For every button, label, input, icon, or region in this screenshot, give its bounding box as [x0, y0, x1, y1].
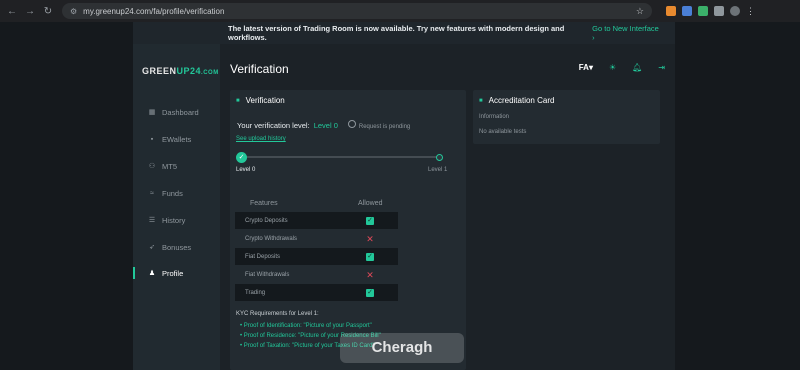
- sidebar: GREENUP24.COM ▦ Dashboard ▪ EWallets ⚇ M…: [133, 44, 220, 370]
- kyc-requirement-link[interactable]: • Proof of Identification: "Picture of y…: [240, 323, 372, 329]
- allowed-column-header: Allowed: [358, 200, 383, 207]
- lock-icon: ■: [236, 97, 240, 104]
- lock-icon: ■: [479, 97, 483, 104]
- accreditation-empty-text: No available tests: [479, 129, 527, 135]
- banner-message: The latest version of Trading Room is no…: [228, 24, 565, 42]
- translate-icon[interactable]: [682, 6, 692, 16]
- sidebar-item-ewallets[interactable]: ▪ EWallets: [133, 131, 220, 147]
- check-icon: ✓: [366, 252, 374, 261]
- watermark: Cheragh: [340, 333, 464, 363]
- verification-level: Your verification level: Level 0 Request…: [237, 120, 411, 130]
- logout-icon[interactable]: ⇥: [658, 63, 665, 72]
- go-to-new-interface-link[interactable]: Go to New Interface ›: [592, 24, 661, 42]
- profile-icon[interactable]: [730, 6, 740, 16]
- header-actions: FA▾ ☀ 🔔︎ ⇥: [579, 63, 665, 72]
- progress-current-label: Level 0: [236, 167, 256, 173]
- level-progress-track: [240, 156, 440, 158]
- language-selector[interactable]: FA▾: [579, 63, 593, 72]
- feature-row: Fiat Deposits ✓: [235, 248, 398, 265]
- sidebar-item-history[interactable]: ☰ History: [133, 212, 220, 228]
- feature-row: Crypto Withdrawals ✕: [245, 233, 374, 244]
- history-icon: ☰: [148, 217, 156, 224]
- level-value: Level 0: [313, 120, 338, 130]
- clock-icon: [347, 120, 356, 128]
- update-banner: The latest version of Trading Room is no…: [133, 22, 675, 44]
- browser-toolbar: ← → ↻ ⚙ my.greenup24.com/fa/profile/veri…: [0, 0, 800, 22]
- level-end-marker: [436, 154, 443, 161]
- accreditation-card: ■ Accreditation Card Information No avai…: [473, 90, 660, 144]
- sidebar-item-dashboard[interactable]: ▦ Dashboard: [133, 104, 220, 120]
- sidebar-item-funds[interactable]: ≈ Funds: [133, 185, 220, 201]
- mt5-icon: ⚇: [148, 163, 156, 170]
- puzzle-icon[interactable]: [714, 6, 724, 16]
- status-pending: Request is pending: [347, 120, 410, 130]
- wallet-icon: ▪: [150, 135, 154, 143]
- sidebar-item-profile[interactable]: ♟ Profile: [133, 265, 220, 281]
- bell-icon[interactable]: 🔔︎: [632, 63, 642, 72]
- accreditation-card-header: ■ Accreditation Card: [479, 96, 555, 105]
- menu-kebab-icon[interactable]: ⋮: [746, 6, 756, 16]
- logo[interactable]: GREENUP24.COM: [142, 66, 219, 76]
- theme-toggle-sun-icon[interactable]: ☀: [609, 63, 616, 72]
- back-icon[interactable]: ←: [6, 6, 18, 17]
- grid-icon: ▦: [148, 109, 156, 116]
- user-icon: ♟: [148, 270, 156, 277]
- bookmark-star-icon[interactable]: ☆: [636, 6, 644, 17]
- extension-icon[interactable]: [666, 6, 676, 16]
- accreditation-info-label: Information: [479, 114, 510, 120]
- page-title: Verification: [230, 62, 289, 76]
- forward-icon[interactable]: →: [24, 6, 36, 17]
- main-content: Verification FA▾ ☀ 🔔︎ ⇥ ■ Verification Y…: [220, 44, 675, 370]
- url-text: my.greenup24.com/fa/profile/verification: [83, 6, 225, 16]
- progress-target-label: Level 1: [428, 167, 448, 173]
- funds-icon: ≈: [150, 189, 154, 197]
- verification-card-header: ■ Verification: [236, 96, 285, 105]
- chevron-right-icon: ›: [592, 33, 595, 42]
- caret-down-icon: ▾: [588, 63, 593, 72]
- see-upload-history-link[interactable]: See upload history: [236, 136, 286, 142]
- reload-icon[interactable]: ↻: [42, 6, 54, 17]
- app-window: The latest version of Trading Room is no…: [133, 22, 675, 370]
- cross-icon: ✕: [366, 269, 374, 280]
- site-info-icon[interactable]: ⚙: [70, 7, 77, 16]
- address-bar[interactable]: ⚙ my.greenup24.com/fa/profile/verificati…: [62, 3, 652, 19]
- extension-icon[interactable]: [698, 6, 708, 16]
- verification-card: ■ Verification Your verification level: …: [230, 90, 466, 370]
- extensions: ⋮: [666, 6, 756, 16]
- kyc-requirements-title: KYC Requirements for Level 1:: [236, 311, 319, 317]
- feature-row: Fiat Withdrawals ✕: [245, 269, 374, 280]
- feature-row: Trading ✓: [235, 284, 398, 301]
- check-icon: ✓: [366, 288, 374, 297]
- sidebar-item-mt5[interactable]: ⚇ MT5: [133, 158, 220, 174]
- features-column-header: Features: [250, 200, 278, 207]
- cross-icon: ✕: [366, 233, 374, 244]
- browser-nav: ← → ↻: [6, 6, 54, 17]
- sidebar-item-bonuses[interactable]: ➶ Bonuses: [133, 239, 220, 255]
- bonus-icon: ➶: [149, 244, 155, 251]
- check-icon: ✓: [236, 152, 247, 163]
- check-icon: ✓: [366, 216, 374, 225]
- feature-row: Crypto Deposits ✓: [235, 212, 398, 229]
